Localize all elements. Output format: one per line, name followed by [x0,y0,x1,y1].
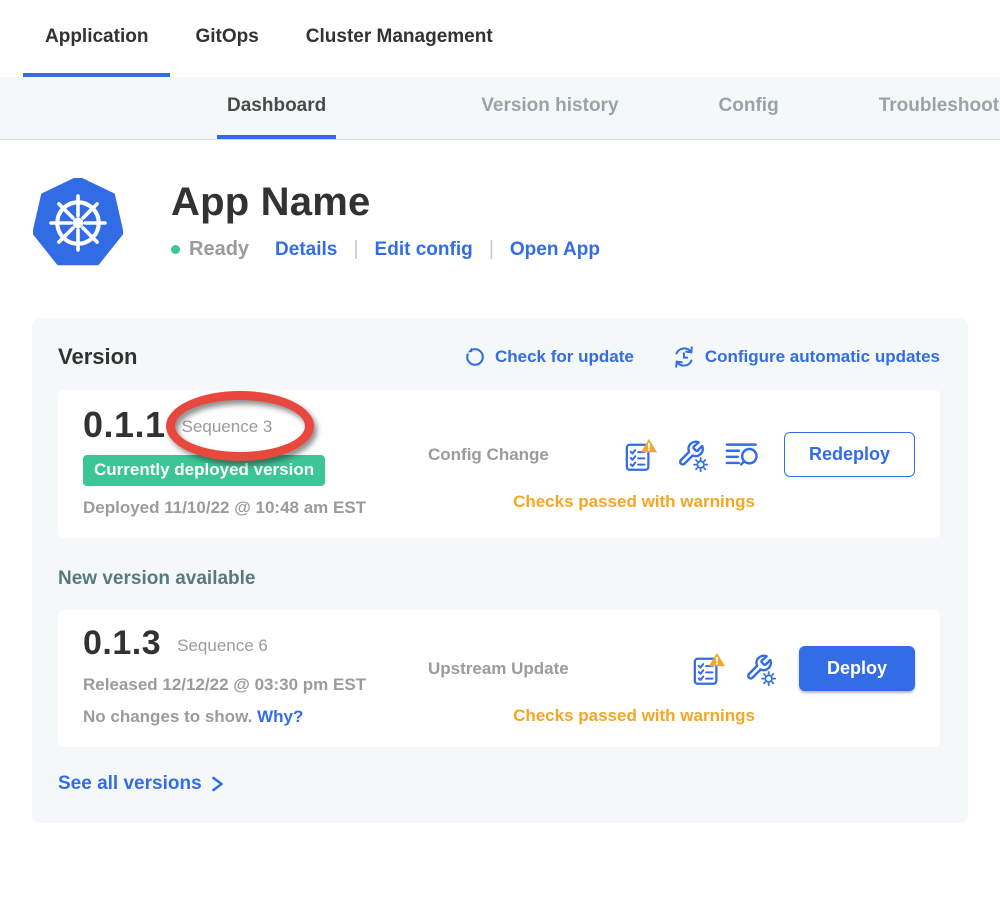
app-header: App Name Ready Details | Edit config | O… [33,178,1000,268]
preflight-checks-warning-icon[interactable] [692,652,726,686]
edit-config-wrench-icon[interactable] [741,651,777,687]
configure-automatic-updates-button[interactable]: Configure automatic updates [672,345,940,369]
preflight-checks-warning-icon[interactable] [624,438,658,472]
available-version-card: 0.1.3 Sequence 6 Released 12/12/22 @ 03:… [58,610,940,747]
status-ready-dot [171,245,180,254]
app-sub-nav: Dashboard Version history Config Trouble… [0,77,1000,140]
current-version-source-type: Config Change [428,445,549,465]
no-changes-text: No changes to show. [83,707,252,726]
edit-config-link[interactable]: Edit config [375,239,473,261]
current-version-checks-status: Checks passed with warnings [413,492,915,512]
kubernetes-logo-icon [33,178,123,268]
tab-dashboard[interactable]: Dashboard [217,77,336,139]
tab-version-history[interactable]: Version history [471,77,628,139]
current-version-number: 0.1.1 [83,404,166,446]
check-for-update-button[interactable]: Check for update [464,346,634,368]
available-version-source-type: Upstream Update [428,659,569,679]
check-for-update-label: Check for update [495,347,634,367]
tab-troubleshoot[interactable]: Troubleshoot [869,77,1000,139]
deployed-timestamp: Deployed 11/10/22 @ 10:48 am EST [83,498,413,518]
edit-config-wrench-icon[interactable] [673,437,709,473]
chevron-right-icon [210,774,225,794]
link-separator: | [353,238,358,261]
available-version-sequence: Sequence 6 [177,636,268,656]
page-title: App Name [171,180,600,225]
new-version-available-heading: New version available [58,568,940,590]
currently-deployed-badge: Currently deployed version [83,455,325,486]
see-all-versions-link[interactable]: See all versions [58,773,940,795]
open-app-link[interactable]: Open App [510,239,600,261]
available-version-number: 0.1.3 [83,624,161,663]
top-nav-tab-gitops[interactable]: GitOps [173,0,280,77]
status-text: Ready [189,238,249,261]
top-nav-tab-application[interactable]: Application [23,0,170,77]
version-panel: Version Check for update Configure autom… [32,318,968,823]
current-version-sequence: Sequence 3 [182,417,273,437]
link-separator: | [489,238,494,261]
see-all-versions-label: See all versions [58,773,202,795]
details-link[interactable]: Details [275,239,337,261]
available-version-checks-status: Checks passed with warnings [413,706,915,726]
refresh-icon [464,346,486,368]
configure-automatic-updates-label: Configure automatic updates [705,347,940,367]
view-diff-icon[interactable] [724,440,762,470]
diff-summary: No changes to show. Why? [83,707,413,727]
redeploy-button[interactable]: Redeploy [784,432,915,477]
current-version-card: 0.1.1 Sequence 3 Currently deployed vers… [58,390,940,538]
why-link[interactable]: Why? [257,707,303,726]
top-nav-tab-cluster-management[interactable]: Cluster Management [284,0,515,77]
version-panel-title: Version [58,344,137,370]
top-nav: Application GitOps Cluster Management [0,0,1000,77]
tab-config[interactable]: Config [709,77,789,139]
released-timestamp: Released 12/12/22 @ 03:30 pm EST [83,675,413,695]
auto-update-clock-icon [672,345,696,369]
deploy-button[interactable]: Deploy [799,646,915,691]
